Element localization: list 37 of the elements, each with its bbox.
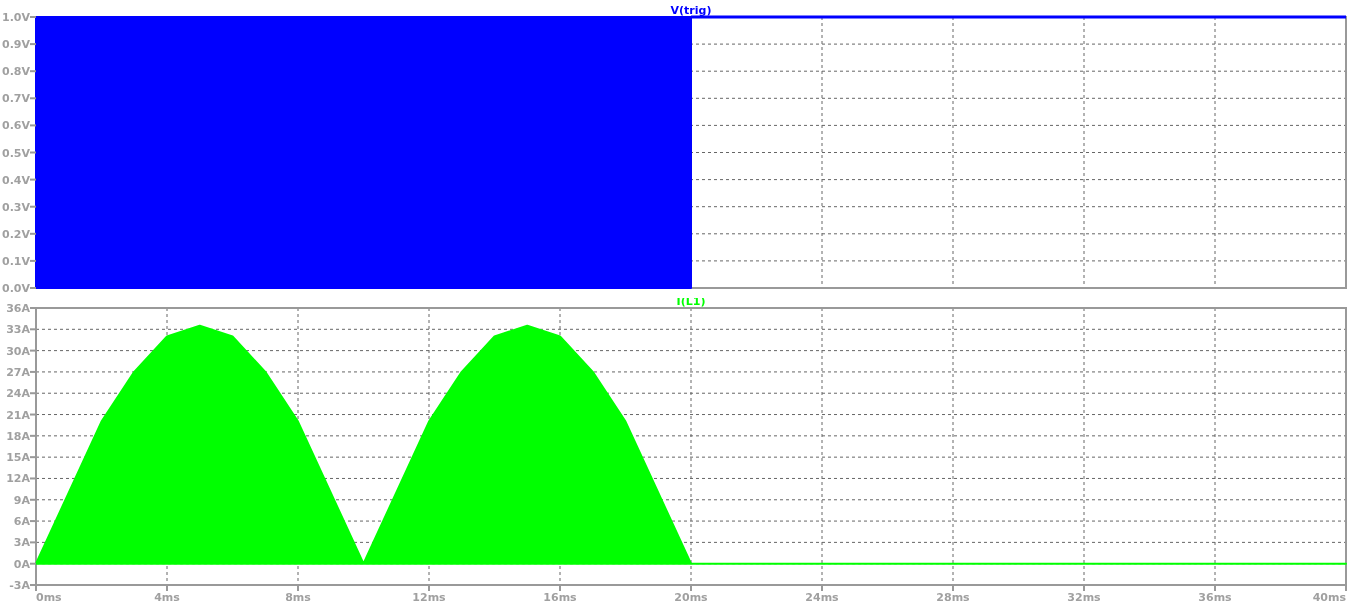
axis-tick-label: 40ms (1312, 591, 1346, 604)
axis-tick-label: 28ms (936, 591, 970, 604)
axis-tick-label: 0.2V (2, 227, 30, 241)
axis-tick-label: 8ms (285, 591, 311, 604)
axis-tick-label: 0.1V (2, 254, 30, 268)
axis-tick-label: 0.3V (2, 200, 30, 214)
axis-tick-label: 15A (6, 451, 30, 465)
chart-title: V(trig) (670, 4, 712, 17)
axis-tick-label: 30A (6, 344, 30, 358)
axis-tick-label: 32ms (1067, 591, 1101, 604)
axis-tick-label: 18A (6, 429, 30, 443)
axis-tick-label: 1.0V (2, 11, 30, 24)
axis-tick-label: 0.5V (2, 146, 30, 160)
axis-tick-label: 0.8V (2, 65, 30, 79)
axis-tick-label: 24A (6, 387, 30, 401)
axis-tick-label: 0.9V (2, 38, 30, 52)
axis-tick-label: 27A (6, 365, 30, 379)
axis-tick-label: 0.4V (2, 173, 30, 187)
axis-tick-label: 20ms (674, 591, 708, 604)
axis-tick-label: 12A (6, 472, 30, 486)
axis-tick-label: 33A (6, 323, 30, 337)
axis-tick-label: 16ms (543, 591, 577, 604)
axis-tick-label: 0.6V (2, 119, 30, 133)
axis-tick-label: 0ms (36, 591, 62, 604)
axis-tick-label: 21A (6, 408, 30, 422)
axis-tick-label: 36ms (1198, 591, 1232, 604)
axis-tick-label: 6A (13, 515, 30, 529)
axis-tick-label: 0.0V (2, 282, 30, 295)
axis-tick-label: 36A (6, 302, 30, 315)
axis-tick-label: 24ms (805, 591, 839, 604)
axis-tick-label: 3A (13, 536, 30, 550)
axis-tick-label: 4ms (154, 591, 180, 604)
axis-tick-label: 9A (13, 493, 30, 507)
axis-tick-label: 0A (13, 557, 30, 571)
axis-tick-label: 12ms (412, 591, 446, 604)
axis-tick-label: -3A (9, 579, 30, 592)
axis-tick-label: 0.7V (2, 92, 30, 106)
